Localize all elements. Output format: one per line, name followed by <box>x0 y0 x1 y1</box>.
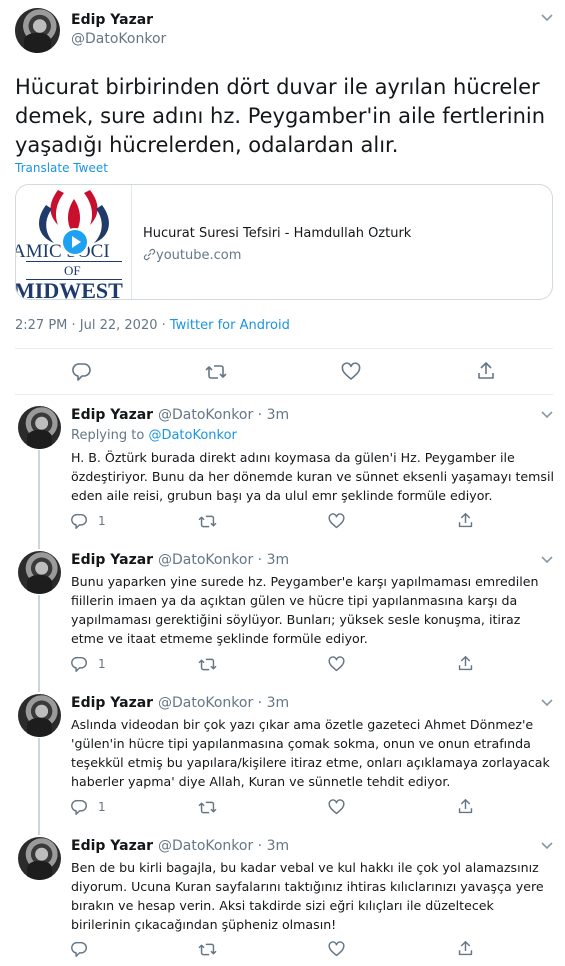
author-handle[interactable]: @DatoKonkor · 3m <box>158 695 289 711</box>
logo-line-2: OF <box>64 263 81 278</box>
share-icon[interactable] <box>457 798 474 815</box>
author-name-text: Edip Yazar <box>71 838 154 854</box>
avatar[interactable] <box>18 837 61 880</box>
author-handle[interactable]: @DatoKonkor · 3m <box>158 552 289 568</box>
card-title: Hucurat Suresi Tefsiri - Hamdullah Oztur… <box>143 226 412 241</box>
chevron-down-icon[interactable] <box>540 410 554 420</box>
reply-count: 1 <box>98 657 106 671</box>
avatar[interactable] <box>18 551 61 594</box>
logo-line-3: MIDWEST <box>16 278 123 300</box>
thread-line <box>38 595 40 688</box>
author-name[interactable]: Edip Yazar <box>71 12 153 28</box>
tweet-text: Hücurat birbirinden dört duvar ile ayrıl… <box>15 75 546 157</box>
share-icon[interactable] <box>457 655 474 672</box>
chevron-down-icon[interactable] <box>540 841 554 851</box>
share-icon[interactable] <box>457 512 474 529</box>
retweet-icon[interactable] <box>198 799 217 816</box>
reply-text: Aslında videodan bir çok yazı çıkar ama … <box>71 717 550 789</box>
reply-tweet[interactable]: Edip Yazar @DatoKonkor · 3m Replying to … <box>0 400 565 545</box>
author-handle[interactable]: @DatoKonkor · 3m <box>158 407 289 423</box>
reply-icon[interactable] <box>72 362 92 382</box>
reply-icon[interactable] <box>71 513 88 530</box>
author-handle[interactable]: @DatoKonkor · 3m <box>158 838 289 854</box>
link-card[interactable]: AMIC SOCI OF MIDWEST Hucurat Suresi Tefs… <box>15 184 553 300</box>
card-domain-text: youtube.com <box>156 248 242 263</box>
author-name[interactable]: Edip Yazar @DatoKonkor · 3m <box>71 407 289 423</box>
chevron-down-icon[interactable] <box>540 13 554 23</box>
translate-tweet-link[interactable]: Translate Tweet <box>15 161 108 175</box>
link-icon <box>143 248 156 261</box>
divider <box>15 394 553 395</box>
author-name-text: Edip Yazar <box>71 552 154 568</box>
avatar[interactable] <box>18 406 61 449</box>
author-name-text: Edip Yazar <box>71 407 154 423</box>
like-icon[interactable] <box>328 513 345 530</box>
replying-to-link[interactable]: @DatoKonkor <box>148 428 236 443</box>
action-bar <box>0 356 565 388</box>
like-icon[interactable] <box>341 362 361 382</box>
share-icon[interactable] <box>457 940 474 957</box>
retweet-icon[interactable] <box>198 656 217 673</box>
reply-tweet[interactable]: Edip Yazar @DatoKonkor · 3m Ben de bu ki… <box>0 831 565 966</box>
avatar[interactable] <box>15 8 60 53</box>
timestamp[interactable]: 2:27 PM · Jul 22, 2020 · <box>15 318 170 333</box>
reply-text: H. B. Öztürk burada direkt adını koymasa… <box>71 450 554 503</box>
reply-tweet[interactable]: Edip Yazar @DatoKonkor · 3m Aslında vide… <box>0 688 565 831</box>
thread-line <box>38 688 40 692</box>
like-icon[interactable] <box>328 656 345 673</box>
chevron-down-icon[interactable] <box>540 555 554 565</box>
reply-text: Bunu yaparken yine surede hz. Peygamber'… <box>71 574 539 646</box>
reply-icon[interactable] <box>71 656 88 673</box>
author-name[interactable]: Edip Yazar @DatoKonkor · 3m <box>71 695 289 711</box>
like-icon[interactable] <box>328 799 345 816</box>
replying-to: Replying to @DatoKonkor <box>71 428 237 443</box>
chevron-down-icon[interactable] <box>540 698 554 708</box>
reply-count: 1 <box>98 514 106 528</box>
author-name-text: Edip Yazar <box>71 695 154 711</box>
retweet-icon[interactable] <box>198 513 217 530</box>
retweet-icon[interactable] <box>198 941 217 958</box>
thread-line <box>38 545 40 549</box>
tweet-meta: 2:27 PM · Jul 22, 2020 · Twitter for And… <box>15 318 290 333</box>
divider <box>15 348 553 349</box>
share-icon[interactable] <box>476 361 496 381</box>
reply-text: Ben de bu kirli bagajla, bu kadar vebal … <box>71 860 544 932</box>
card-domain: youtube.com <box>143 248 241 263</box>
reply-tweet[interactable]: Edip Yazar @DatoKonkor · 3m Bunu yaparke… <box>0 545 565 688</box>
reply-icon[interactable] <box>71 941 88 958</box>
retweet-icon[interactable] <box>205 362 227 382</box>
thread-line <box>38 450 40 545</box>
reply-icon[interactable] <box>71 799 88 816</box>
author-name[interactable]: Edip Yazar @DatoKonkor · 3m <box>71 838 289 854</box>
replying-prefix: Replying to <box>71 428 149 443</box>
avatar[interactable] <box>18 694 61 737</box>
play-icon[interactable] <box>61 228 89 256</box>
thread-line <box>38 738 40 831</box>
author-handle[interactable]: @DatoKonkor <box>71 31 166 47</box>
reply-count: 1 <box>98 800 106 814</box>
author-name[interactable]: Edip Yazar @DatoKonkor · 3m <box>71 552 289 568</box>
thread-line <box>38 831 40 835</box>
like-icon[interactable] <box>328 941 345 958</box>
card-thumbnail: AMIC SOCI OF MIDWEST <box>16 185 132 300</box>
source-link[interactable]: Twitter for Android <box>170 318 290 333</box>
